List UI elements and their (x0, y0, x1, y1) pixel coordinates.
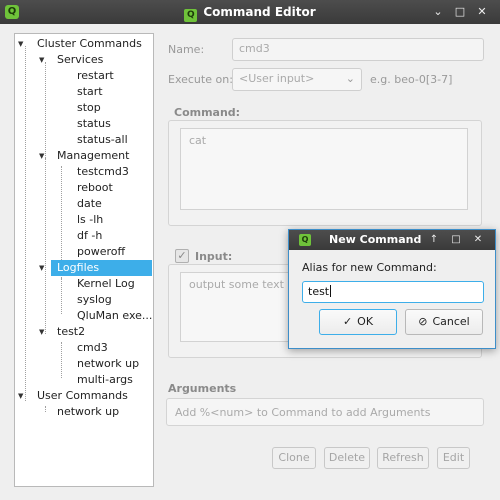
tree-item-df[interactable]: df -h (77, 228, 102, 244)
tree-item-qluman-exe[interactable]: QluMan exe... (77, 308, 152, 324)
close-icon[interactable]: ✕ (474, 4, 490, 20)
input-checkbox[interactable]: ✓ (175, 249, 189, 263)
refresh-button[interactable]: Refresh (377, 447, 429, 469)
alias-input-value: test (308, 285, 330, 298)
collapse-arrow-icon[interactable]: ▼ (39, 260, 44, 276)
name-input[interactable]: cmd3 (232, 38, 484, 61)
tree-item-services[interactable]: Services (57, 52, 103, 68)
arguments-placeholder: Add %<num> to Command to add Arguments (175, 406, 431, 419)
tree-item-poweroff[interactable]: poweroff (77, 244, 125, 260)
dialog-titlebar: Q New Command ↑ □ ✕ (289, 230, 495, 250)
qluman-icon: Q (299, 234, 311, 246)
close-icon[interactable]: ✕ (470, 232, 486, 248)
command-tree[interactable]: ▼ Cluster Commands ▼ Services restart st… (14, 33, 154, 487)
tree-item-testcmd3[interactable]: testcmd3 (77, 164, 129, 180)
arguments-panel[interactable]: Add %<num> to Command to add Arguments (166, 398, 484, 426)
alias-label: Alias for new Command: (302, 261, 437, 274)
name-label: Name: (168, 43, 205, 56)
tree-item-cluster-commands[interactable]: Cluster Commands (37, 36, 142, 52)
tree-item-reboot[interactable]: reboot (77, 180, 113, 196)
tree-item-network-up[interactable]: network up (77, 356, 139, 372)
tree-item-stop[interactable]: stop (77, 100, 101, 116)
tree-item-syslog[interactable]: syslog (77, 292, 112, 308)
tree-item-start[interactable]: start (77, 84, 103, 100)
execute-on-value: <User input> (239, 72, 315, 85)
cancel-button[interactable]: ⊘ Cancel (405, 309, 483, 335)
input-section-label: Input: (195, 250, 233, 263)
tree-item-status-all[interactable]: status-all (77, 132, 128, 148)
tree-item-cmd3[interactable]: cmd3 (77, 340, 108, 356)
ok-button-label: OK (357, 315, 374, 328)
minimize-icon[interactable]: ⌄ (430, 4, 446, 20)
collapse-arrow-icon[interactable]: ▼ (39, 52, 44, 68)
collapse-arrow-icon[interactable]: ▼ (18, 388, 23, 404)
tree-item-restart[interactable]: restart (77, 68, 114, 84)
alias-input[interactable]: test (302, 281, 484, 303)
checkmark-icon: ✓ (342, 315, 353, 328)
tree-item-date[interactable]: date (77, 196, 102, 212)
edit-button[interactable]: Edit (437, 447, 470, 469)
command-section-label: Command: (174, 106, 241, 119)
tree-item-status[interactable]: status (77, 116, 111, 132)
maximize-icon[interactable]: □ (448, 232, 464, 248)
keep-above-icon[interactable]: ↑ (426, 232, 442, 248)
dialog-title: New Command (329, 233, 422, 246)
text-caret (330, 285, 332, 297)
maximize-icon[interactable]: □ (452, 4, 468, 20)
collapse-arrow-icon[interactable]: ▼ (39, 324, 44, 340)
tree-item-multi-args[interactable]: multi-args (77, 372, 133, 388)
execute-on-select[interactable]: <User input> ⌄ (232, 68, 362, 91)
command-textarea[interactable]: cat (180, 128, 468, 210)
ok-button[interactable]: ✓ OK (319, 309, 397, 335)
new-command-dialog: Q New Command ↑ □ ✕ Alias for new Comman… (288, 229, 496, 349)
collapse-arrow-icon[interactable]: ▼ (39, 148, 44, 164)
tree-item-kernel-log[interactable]: Kernel Log (77, 276, 135, 292)
tree-item-ls[interactable]: ls -lh (77, 212, 103, 228)
window-titlebar: Q Q Command Editor ⌄ □ ✕ (0, 0, 500, 24)
delete-button[interactable]: Delete (324, 447, 370, 469)
window-title-text: Command Editor (203, 5, 316, 19)
arguments-label: Arguments (168, 382, 237, 395)
qluman-icon: Q (184, 9, 198, 22)
collapse-arrow-icon[interactable]: ▼ (18, 36, 23, 52)
tree-item-management[interactable]: Management (57, 148, 129, 164)
tree-item-user-commands[interactable]: User Commands (37, 388, 128, 404)
cancel-button-label: Cancel (432, 315, 470, 328)
execute-on-label: Execute on: (168, 73, 233, 86)
window-title: Q Command Editor (0, 5, 500, 22)
tree-item-test2[interactable]: test2 (57, 324, 85, 340)
tree-item-user-network-up[interactable]: network up (57, 404, 119, 420)
tree-item-logfiles[interactable]: Logfiles (51, 260, 152, 276)
clone-button[interactable]: Clone (272, 447, 316, 469)
chevron-down-icon: ⌄ (345, 72, 355, 85)
cancel-icon: ⊘ (418, 315, 428, 328)
execute-on-hint: e.g. beo-0[3-7] (370, 73, 453, 86)
